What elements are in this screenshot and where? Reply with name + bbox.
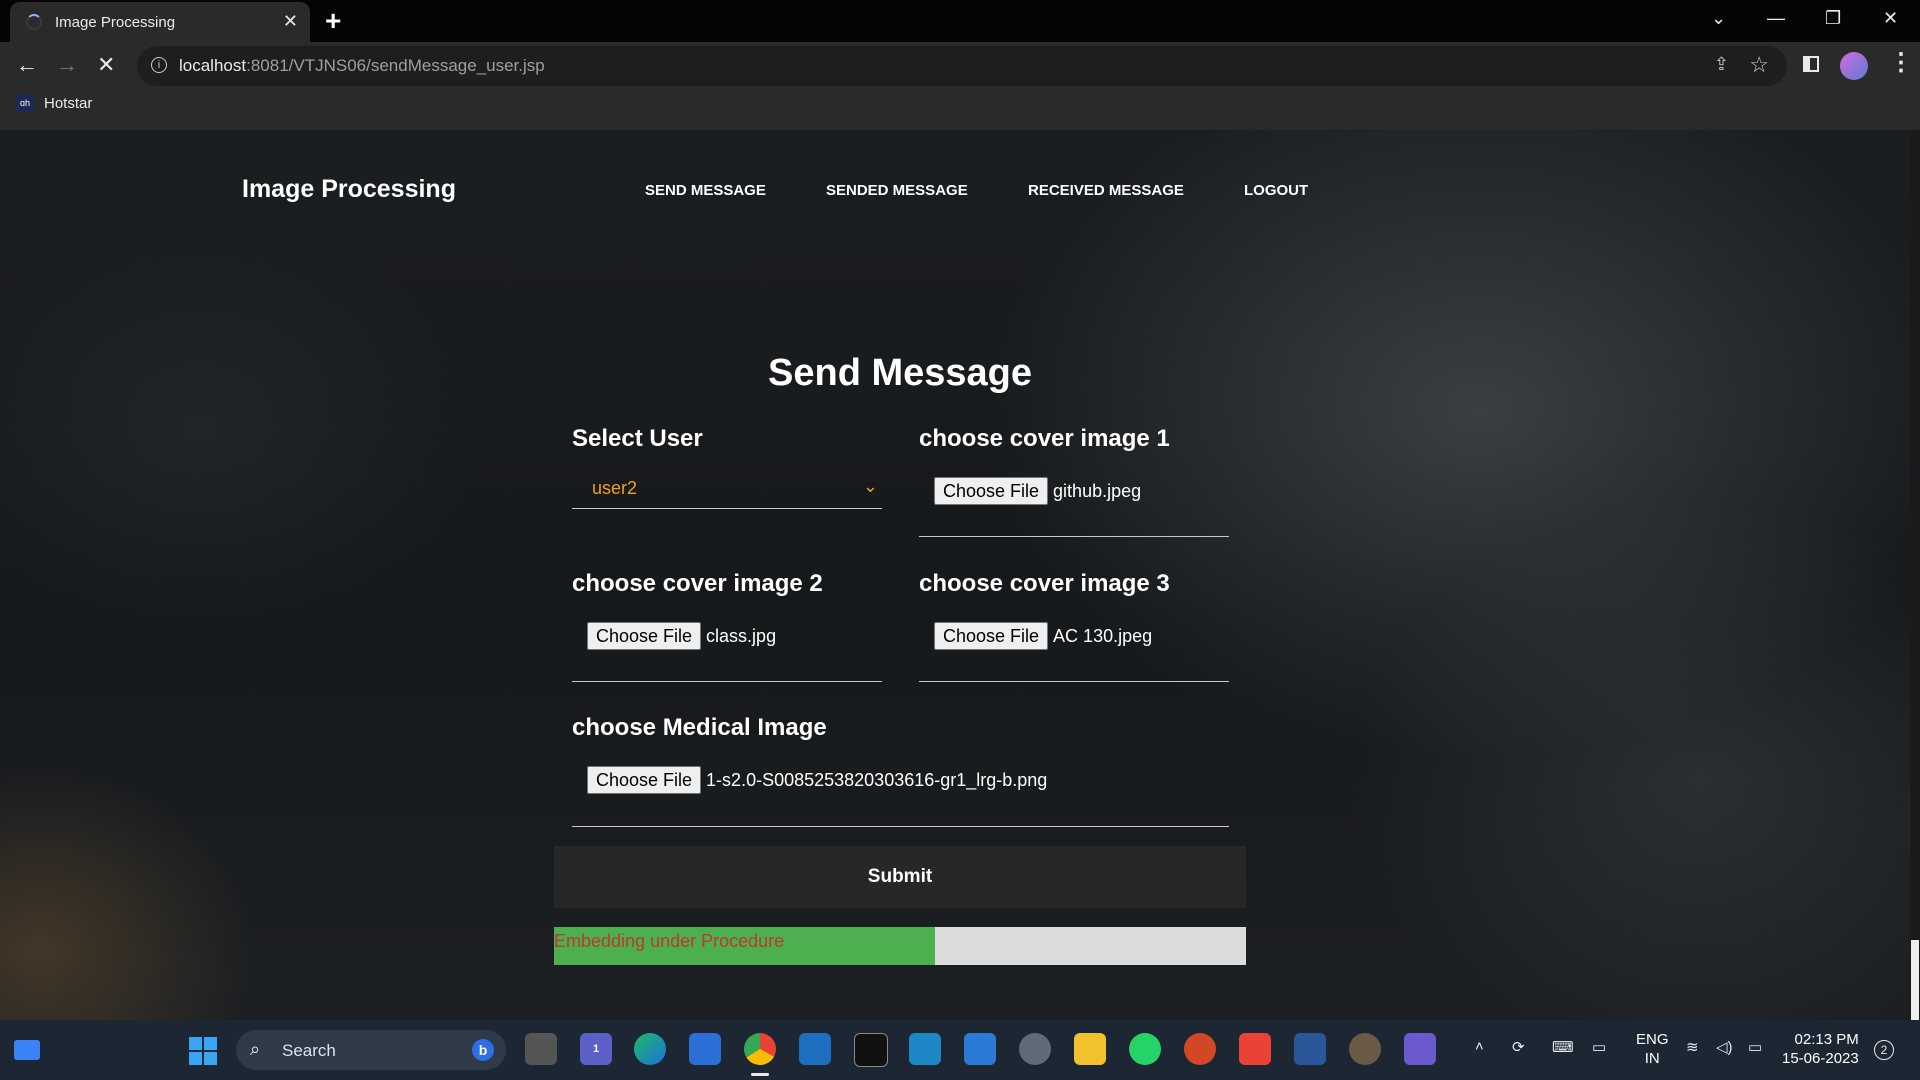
cover-image-1-file-input[interactable]: Choose File github.jpeg: [934, 477, 1141, 505]
display-icon[interactable]: ▭: [1592, 1038, 1606, 1056]
language-indicator[interactable]: ENG IN: [1636, 1030, 1669, 1068]
nav-logout[interactable]: LOGOUT: [1244, 182, 1308, 199]
cover-image-1-label: choose cover image 1: [919, 425, 1170, 452]
loading-spinner-icon: [26, 14, 42, 30]
powerpoint-icon[interactable]: [1184, 1033, 1216, 1065]
side-panel-icon[interactable]: [1803, 56, 1819, 72]
eclipse-icon[interactable]: [1404, 1033, 1436, 1065]
site-brand[interactable]: Image Processing: [242, 175, 456, 204]
search-placeholder: Search: [282, 1041, 336, 1060]
gear-app-icon[interactable]: [1349, 1033, 1381, 1065]
search-icon: ⌕: [250, 1039, 261, 1059]
windows-start-icon[interactable]: [189, 1037, 217, 1065]
tab-close-icon[interactable]: ✕: [283, 11, 298, 32]
bing-icon[interactable]: b: [472, 1039, 494, 1061]
restore-icon[interactable]: ❐: [1825, 8, 1841, 29]
select-user-value: user2: [592, 478, 638, 498]
browser-tab[interactable]: Image Processing ✕: [10, 2, 310, 42]
terminal-icon[interactable]: [854, 1033, 888, 1067]
cover-image-2-filename: class.jpg: [706, 625, 777, 646]
choose-file-button[interactable]: Choose File: [934, 477, 1049, 505]
taskbar-search-box[interactable]: ⌕ Search b: [236, 1030, 506, 1070]
browser-tab-strip: Image Processing ✕ + ⌄ — ❐ ✕: [0, 0, 1920, 42]
url-text[interactable]: localhost:8081/VTJNS06/sendMessage_user.…: [179, 56, 545, 76]
choose-file-button[interactable]: Choose File: [934, 622, 1049, 650]
file-explorer-icon[interactable]: [1074, 1033, 1106, 1065]
hotstar-icon: ɑh: [16, 94, 34, 112]
gmail-icon[interactable]: [1239, 1033, 1271, 1065]
scrollbar-thumb[interactable]: [1911, 940, 1919, 1020]
bookmark-hotstar[interactable]: ɑh Hotstar: [16, 94, 92, 112]
tab-search-chevron-icon[interactable]: ⌄: [1711, 8, 1726, 29]
whatsapp-icon[interactable]: [1129, 1033, 1161, 1065]
cover-image-3-file-input[interactable]: Choose File AC 130.jpeg: [934, 622, 1152, 650]
chrome-icon[interactable]: [744, 1033, 776, 1065]
forward-icon[interactable]: →: [56, 52, 78, 78]
volume-icon[interactable]: ◁): [1716, 1038, 1733, 1056]
choose-file-button[interactable]: Choose File: [587, 622, 702, 650]
medical-image-filename: 1-s2.0-S0085253820303616-gr1_lrg-b.png: [706, 769, 1048, 790]
windows-taskbar: ⌕ Search b 1 ˄ ⟳ ⌨ ▭ ENG IN ≋ ◁) ▭ 02:13 …: [0, 1020, 1920, 1080]
settings-icon[interactable]: [1019, 1033, 1051, 1065]
teams-badge: 1: [592, 1043, 600, 1055]
microsoft-store-icon[interactable]: [689, 1033, 721, 1065]
share-icon[interactable]: ⇪: [1714, 54, 1729, 75]
cover-image-2-label: choose cover image 2: [572, 570, 823, 597]
cover-image-2-file-input[interactable]: Choose File class.jpg: [587, 622, 776, 650]
notification-count-badge[interactable]: 2: [1874, 1040, 1894, 1060]
nav-send-message[interactable]: SEND MESSAGE: [645, 182, 766, 199]
divider: [919, 536, 1229, 537]
wifi-icon[interactable]: ≋: [1686, 1038, 1699, 1056]
new-tab-button[interactable]: +: [325, 5, 341, 37]
page-scrollbar[interactable]: [1910, 130, 1920, 1020]
chevron-down-icon: ⌄: [862, 476, 878, 496]
notepad-icon[interactable]: [964, 1033, 996, 1065]
task-view-icon[interactable]: [525, 1033, 557, 1065]
mysql-workbench-icon[interactable]: [909, 1033, 941, 1065]
browser-menu-icon[interactable]: ⋮: [1889, 48, 1913, 77]
submit-button[interactable]: Submit: [554, 846, 1246, 908]
divider: [572, 681, 882, 682]
bookmark-label: Hotstar: [44, 94, 93, 112]
address-bar[interactable]: i localhost:8081/VTJNS06/sendMessage_use…: [137, 46, 1787, 86]
page-title: Send Message: [768, 352, 1032, 394]
choose-file-button[interactable]: Choose File: [587, 766, 702, 794]
keyboard-icon[interactable]: ⌨: [1552, 1038, 1574, 1056]
progress-status-text: Embedding under Procedure: [554, 931, 785, 951]
word-icon[interactable]: [1294, 1033, 1326, 1065]
select-user-dropdown[interactable]: user2 ⌄: [572, 470, 882, 509]
medical-image-file-input[interactable]: Choose File 1-s2.0-S0085253820303616-gr1…: [587, 766, 1047, 794]
medical-image-label: choose Medical Image: [572, 714, 827, 741]
page-content: Image Processing SEND MESSAGE SENDED MES…: [0, 130, 1910, 1020]
back-icon[interactable]: ←: [16, 52, 38, 78]
minimize-icon[interactable]: —: [1767, 8, 1785, 29]
profile-avatar[interactable]: [1840, 52, 1868, 80]
embedding-progress-bar: Embedding under Procedure: [554, 927, 1246, 965]
battery-icon[interactable]: ▭: [1748, 1038, 1762, 1056]
widgets-icon[interactable]: [14, 1040, 40, 1060]
window-close-icon[interactable]: ✕: [1883, 8, 1898, 29]
cover-image-1-filename: github.jpeg: [1053, 480, 1142, 501]
teams-chat-icon[interactable]: 1: [580, 1033, 612, 1065]
taskbar-clock[interactable]: 02:13 PM 15-06-2023: [1782, 1030, 1859, 1068]
site-info-icon[interactable]: i: [151, 57, 167, 73]
browser-toolbar: ← → ✕ i localhost:8081/VTJNS06/sendMessa…: [0, 42, 1920, 130]
divider: [572, 826, 1229, 827]
show-hidden-icons-icon[interactable]: ˄: [1475, 1038, 1484, 1055]
divider: [919, 681, 1229, 682]
vscode-icon[interactable]: [799, 1033, 831, 1065]
nav-received-message[interactable]: RECEIVED MESSAGE: [1028, 182, 1184, 199]
edge-icon[interactable]: [634, 1033, 666, 1065]
cover-image-3-label: choose cover image 3: [919, 570, 1170, 597]
stop-loading-icon[interactable]: ✕: [97, 52, 115, 78]
nav-sended-message[interactable]: SENDED MESSAGE: [826, 182, 968, 199]
cover-image-3-filename: AC 130.jpeg: [1053, 625, 1153, 646]
select-user-label: Select User: [572, 425, 703, 452]
sync-icon[interactable]: ⟳: [1512, 1038, 1525, 1056]
tab-title: Image Processing: [55, 14, 176, 31]
chrome-active-indicator: [751, 1073, 769, 1076]
bookmark-star-icon[interactable]: ☆: [1749, 52, 1769, 78]
